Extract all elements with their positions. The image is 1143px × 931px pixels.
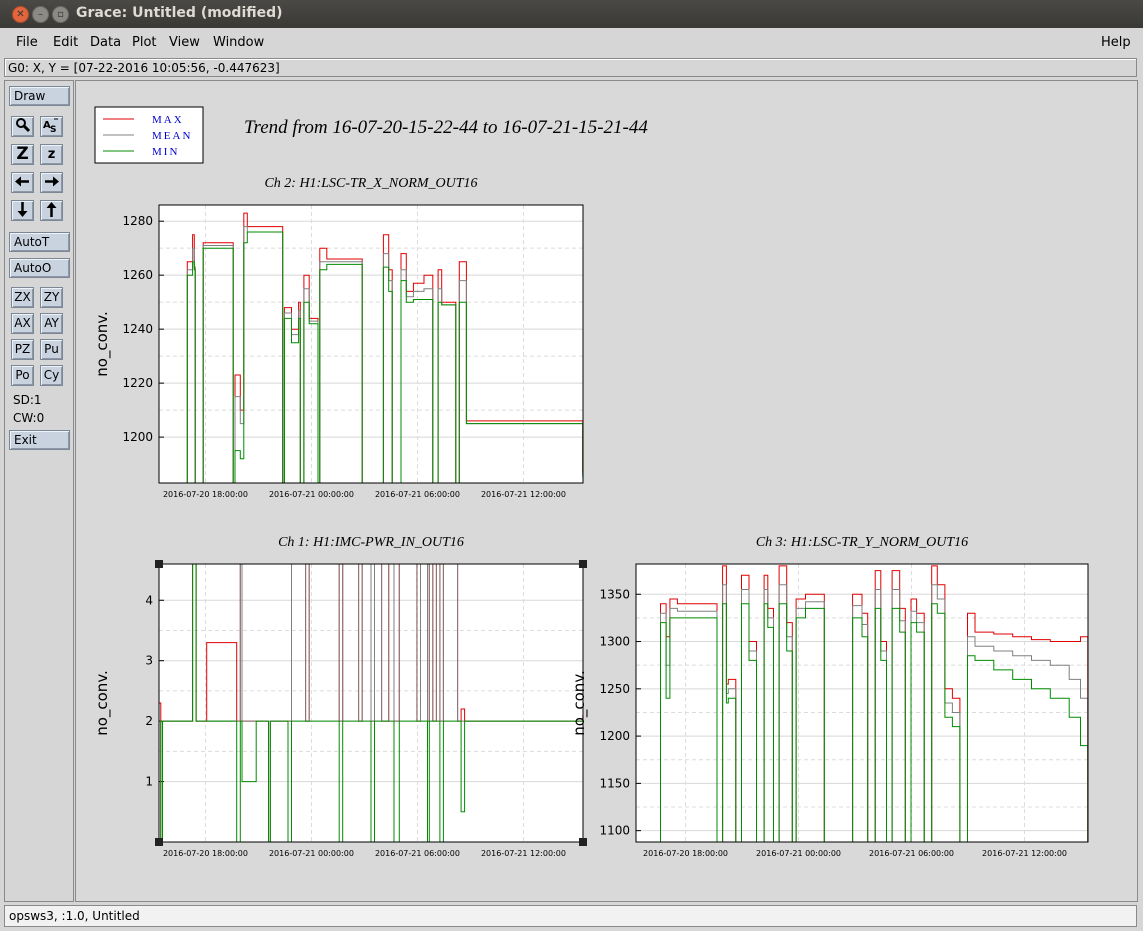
z-large-glyph: Z bbox=[16, 144, 29, 164]
menu-window[interactable]: Window bbox=[213, 35, 264, 50]
plot-canvas-svg[interactable]: MAX MEAN MIN Trend from 16-07-20-15-22-4… bbox=[76, 81, 1137, 901]
status-bar: opsws3, :1.0, Untitled bbox=[4, 905, 1137, 927]
locator-readout: G0: X, Y = [07-22-2016 10:05:56, -0.4476… bbox=[4, 58, 1137, 77]
chart-title: Ch 2: H1:LSC-TR_X_NORM_OUT16 bbox=[264, 176, 477, 191]
chart-1[interactable]: 1200 1220 1240 1260 1280 2016-07-20 18:00:00 2… bbox=[93, 176, 584, 499]
y-tick-label: 1300 bbox=[599, 635, 630, 649]
menubar: File Edit Data Plot View Window Help bbox=[0, 28, 1143, 56]
zoom-icon[interactable] bbox=[11, 116, 34, 137]
y-tick-label: 3 bbox=[145, 654, 153, 668]
x-tick-label: 2016-07-21 12:00:00 bbox=[481, 849, 566, 858]
arrow-left-icon[interactable] bbox=[11, 172, 34, 193]
window-titlebar: ✕ – ▫ Grace: Untitled (modified) bbox=[0, 0, 1143, 28]
y-tick-label: 1150 bbox=[599, 776, 630, 790]
x-tick-label: 2016-07-21 06:00:00 bbox=[375, 490, 460, 499]
autoo-button[interactable]: AutoO bbox=[9, 258, 70, 278]
autoscale-text-icon[interactable]: AS bbox=[40, 116, 63, 137]
tool-panel: Draw AS Z z AutoT AutoO ZX ZY AX AY PZ P… bbox=[4, 80, 74, 902]
zx-button[interactable]: ZX bbox=[11, 287, 34, 308]
svg-text:S: S bbox=[50, 125, 56, 134]
x-tick-label: 2016-07-20 18:00:00 bbox=[163, 490, 248, 499]
y-axis-label: no_conv. bbox=[570, 670, 589, 736]
exit-button[interactable]: Exit bbox=[9, 430, 70, 450]
y-tick-label: 1280 bbox=[122, 214, 153, 228]
menu-file[interactable]: File bbox=[16, 35, 38, 50]
cw-label: CW:0 bbox=[13, 411, 45, 425]
x-tick-label: 2016-07-21 00:00:00 bbox=[269, 490, 354, 499]
autot-button[interactable]: AutoT bbox=[9, 232, 70, 252]
y-tick-label: 1 bbox=[145, 775, 153, 789]
selection-handle[interactable] bbox=[155, 838, 163, 846]
menu-plot[interactable]: Plot bbox=[132, 35, 157, 50]
menu-view[interactable]: View bbox=[169, 35, 200, 50]
chart-title: Ch 1: H1:IMC-PWR_IN_OUT16 bbox=[278, 535, 464, 550]
ax-button[interactable]: AX bbox=[11, 313, 34, 334]
pu-button[interactable]: Pu bbox=[40, 339, 63, 360]
x-tick-label: 2016-07-21 00:00:00 bbox=[756, 849, 841, 858]
menu-edit[interactable]: Edit bbox=[53, 35, 78, 50]
chart-3[interactable]: 1100 1150 1200 1250 1300 1350 2016-07-20 18:00… bbox=[570, 535, 1089, 858]
arrow-right-icon[interactable] bbox=[40, 172, 63, 193]
menu-help[interactable]: Help bbox=[1101, 35, 1131, 50]
y-tick-label: 4 bbox=[145, 593, 153, 607]
y-tick-label: 1220 bbox=[122, 376, 153, 390]
minimize-window-button[interactable]: – bbox=[32, 6, 49, 23]
maximize-window-button[interactable]: ▫ bbox=[52, 6, 69, 23]
pz-button[interactable]: PZ bbox=[11, 339, 34, 360]
y-tick-label: 1200 bbox=[122, 430, 153, 444]
legend-max-label: MAX bbox=[152, 114, 184, 126]
legend-min-label: MIN bbox=[152, 146, 179, 158]
y-axis-label: no_conv. bbox=[93, 670, 112, 736]
chart-title: Ch 3: H1:LSC-TR_Y_NORM_OUT16 bbox=[756, 535, 968, 550]
x-tick-label: 2016-07-21 06:00:00 bbox=[375, 849, 460, 858]
y-tick-label: 1260 bbox=[122, 268, 153, 282]
main-title: Trend from 16-07-20-15-22-44 to 16-07-21… bbox=[244, 117, 648, 138]
y-axis-label: no_conv. bbox=[93, 311, 112, 377]
ay-button[interactable]: AY bbox=[40, 313, 63, 334]
x-tick-label: 2016-07-21 06:00:00 bbox=[869, 849, 954, 858]
x-tick-label: 2016-07-20 18:00:00 bbox=[643, 849, 728, 858]
zy-button[interactable]: ZY bbox=[40, 287, 63, 308]
po-button[interactable]: Po bbox=[11, 365, 34, 386]
charts-group: 1200 1220 1240 1260 1280 2016-07-20 18:00:00 2… bbox=[93, 176, 1089, 858]
plot-area[interactable] bbox=[159, 205, 583, 483]
window-title: Grace: Untitled (modified) bbox=[76, 5, 283, 21]
draw-button[interactable]: Draw bbox=[9, 86, 70, 106]
y-tick-label: 1100 bbox=[599, 824, 630, 838]
zoom-z-large-icon[interactable]: Z bbox=[11, 144, 34, 165]
x-tick-label: 2016-07-20 18:00:00 bbox=[163, 849, 248, 858]
chart-2[interactable]: 1 2 3 4 2016-07-20 18:00:00 2016-07-21 00:00:… bbox=[93, 535, 587, 858]
arrow-down-icon[interactable] bbox=[11, 200, 34, 221]
plot-canvas[interactable]: MAX MEAN MIN Trend from 16-07-20-15-22-4… bbox=[75, 80, 1138, 902]
y-tick-label: 1240 bbox=[122, 322, 153, 336]
arrow-up-icon[interactable] bbox=[40, 200, 63, 221]
z-small-glyph: z bbox=[47, 147, 56, 162]
y-tick-label: 1350 bbox=[599, 587, 630, 601]
y-tick-label: 2 bbox=[145, 714, 153, 728]
x-tick-label: 2016-07-21 12:00:00 bbox=[982, 849, 1067, 858]
selection-handle[interactable] bbox=[155, 560, 163, 568]
selection-handle[interactable] bbox=[579, 560, 587, 568]
selection-handle[interactable] bbox=[579, 838, 587, 846]
legend[interactable]: MAX MEAN MIN bbox=[94, 106, 204, 164]
x-tick-label: 2016-07-21 12:00:00 bbox=[481, 490, 566, 499]
close-window-button[interactable]: ✕ bbox=[12, 6, 29, 23]
y-tick-label: 1250 bbox=[599, 682, 630, 696]
zoom-z-small-icon[interactable]: z bbox=[40, 144, 63, 165]
legend-mean-label: MEAN bbox=[152, 130, 192, 142]
x-tick-label: 2016-07-21 00:00:00 bbox=[269, 849, 354, 858]
y-tick-label: 1200 bbox=[599, 729, 630, 743]
cy-button[interactable]: Cy bbox=[40, 365, 63, 386]
sd-label: SD:1 bbox=[13, 393, 42, 407]
menu-data[interactable]: Data bbox=[90, 35, 121, 50]
